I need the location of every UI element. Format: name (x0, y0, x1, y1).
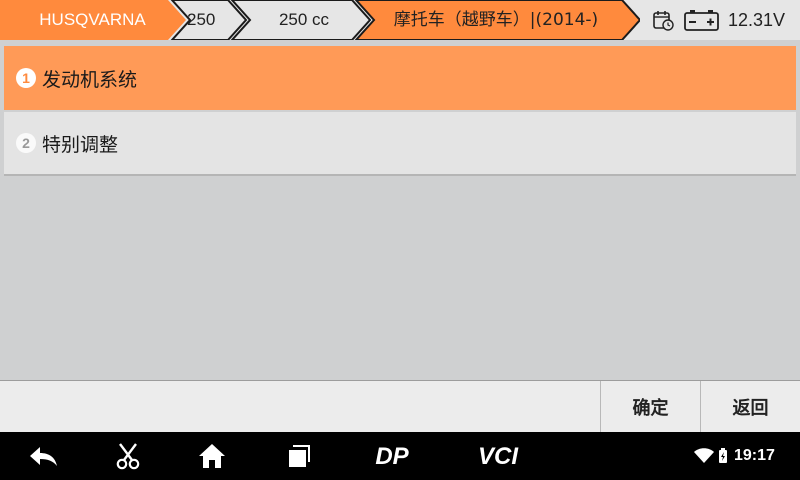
breadcrumb: HUSQVARNA 250 250 cc 摩托车（越野车）|(2014-) 12 (0, 0, 800, 40)
nav-vci-button[interactable]: VCI (466, 432, 530, 480)
vci-logo-icon: VCI (478, 444, 519, 468)
breadcrumb-item-make[interactable]: HUSQVARNA (0, 0, 185, 40)
function-menu: 1 发动机系统 2 特别调整 (4, 44, 796, 178)
wifi-icon (694, 448, 714, 463)
nav-back-button[interactable] (20, 432, 66, 480)
menu-item-special-adjustment[interactable]: 2 特别调整 (4, 112, 796, 176)
confirm-button[interactable]: 确定 (600, 381, 700, 433)
scissors-icon (116, 443, 140, 470)
menu-item-label: 发动机系统 (42, 68, 138, 91)
breadcrumb-item-displacement[interactable]: 250 cc (244, 0, 364, 40)
system-tray: 19:17 (694, 432, 800, 480)
breadcrumb-item-vehicle-type[interactable]: 摩托车（越野车）|(2014-) (366, 0, 626, 40)
menu-item-label: 特别调整 (42, 133, 119, 156)
diagnostic-screen: HUSQVARNA 250 250 cc 摩托车（越野车）|(2014-) 1 2 (0, 0, 800, 480)
nav-home-button[interactable] (190, 432, 234, 480)
recents-icon (289, 445, 310, 467)
battery-charging-icon (719, 448, 727, 463)
system-nav-bar: DP VCI 19:17 (0, 432, 800, 480)
dp-logo-icon: DP (375, 444, 409, 468)
menu-item-number: 1 (16, 68, 36, 88)
nav-screenshot-button[interactable] (106, 432, 150, 480)
back-button[interactable]: 返回 (700, 381, 800, 433)
breadcrumb-item-model[interactable]: 250 (185, 0, 233, 40)
dp-logo-text: DP (375, 444, 409, 468)
home-icon (199, 444, 225, 468)
battery-icon (684, 10, 719, 31)
nav-recents-button[interactable] (276, 432, 320, 480)
back-arrow-icon (30, 447, 57, 466)
battery-voltage: 12.31V (728, 10, 786, 30)
nav-dp-button[interactable]: DP (360, 432, 424, 480)
status-area: 12.31V (640, 0, 800, 40)
menu-item-number: 2 (16, 133, 36, 153)
menu-item-engine-system[interactable]: 1 发动机系统 (4, 46, 796, 110)
action-bar: 确定 返回 (0, 380, 800, 433)
clock: 19:17 (734, 447, 775, 464)
vci-logo-text: VCI (478, 444, 519, 468)
calendar-clock-icon[interactable] (652, 9, 674, 31)
